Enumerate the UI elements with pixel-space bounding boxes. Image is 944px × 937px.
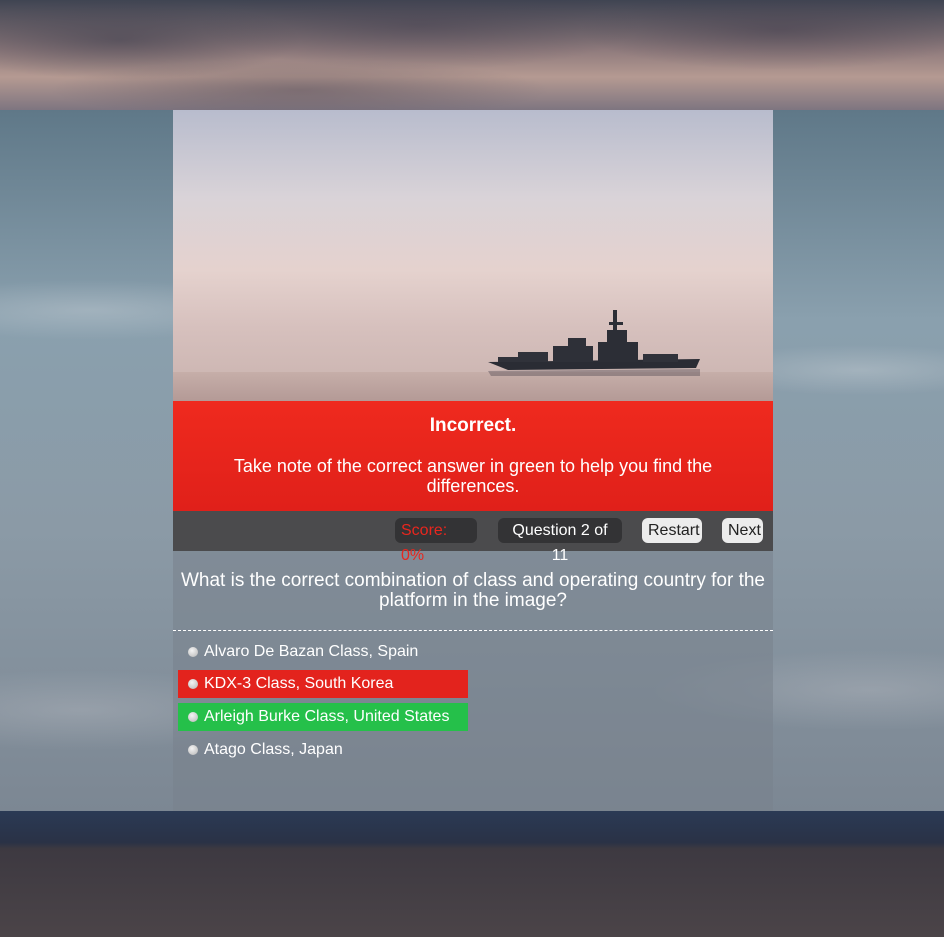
- answer-label: Arleigh Burke Class, United States: [204, 708, 450, 725]
- answer-option-correct[interactable]: Arleigh Burke Class, United States: [178, 703, 468, 731]
- answer-label: KDX-3 Class, South Korea: [204, 675, 394, 692]
- answer-label: Atago Class, Japan: [204, 741, 343, 758]
- radio-icon[interactable]: [188, 679, 198, 689]
- warship-silhouette: [488, 310, 700, 376]
- answer-option-incorrect[interactable]: KDX-3 Class, South Korea: [178, 670, 468, 698]
- feedback-title: Incorrect.: [429, 415, 517, 436]
- divider: [173, 630, 773, 631]
- score-display: Score: 0%: [395, 518, 477, 564]
- feedback-banner: Incorrect. Take note of the correct answ…: [173, 401, 773, 511]
- quiz-panel: Incorrect. Take note of the correct answ…: [173, 110, 773, 811]
- background-sea: [0, 811, 944, 937]
- answer-option[interactable]: Alvaro De Bazan Class, Spain: [178, 638, 468, 666]
- feedback-message: Take note of the correct answer in green…: [233, 456, 713, 496]
- next-button[interactable]: Next: [722, 518, 763, 543]
- background-clouds: [0, 0, 944, 110]
- question-counter: Question 2 of 11: [498, 518, 622, 564]
- answer-label: Alvaro De Bazan Class, Spain: [204, 643, 419, 660]
- answer-option[interactable]: Atago Class, Japan: [178, 736, 468, 764]
- restart-button[interactable]: Restart: [642, 518, 702, 543]
- radio-icon[interactable]: [188, 647, 198, 657]
- radio-icon[interactable]: [188, 745, 198, 755]
- question-text: What is the correct combination of class…: [180, 570, 766, 611]
- question-image: [173, 110, 773, 401]
- quiz-toolbar: Score: 0% Question 2 of 11 Restart Next: [173, 511, 773, 564]
- radio-icon[interactable]: [188, 712, 198, 722]
